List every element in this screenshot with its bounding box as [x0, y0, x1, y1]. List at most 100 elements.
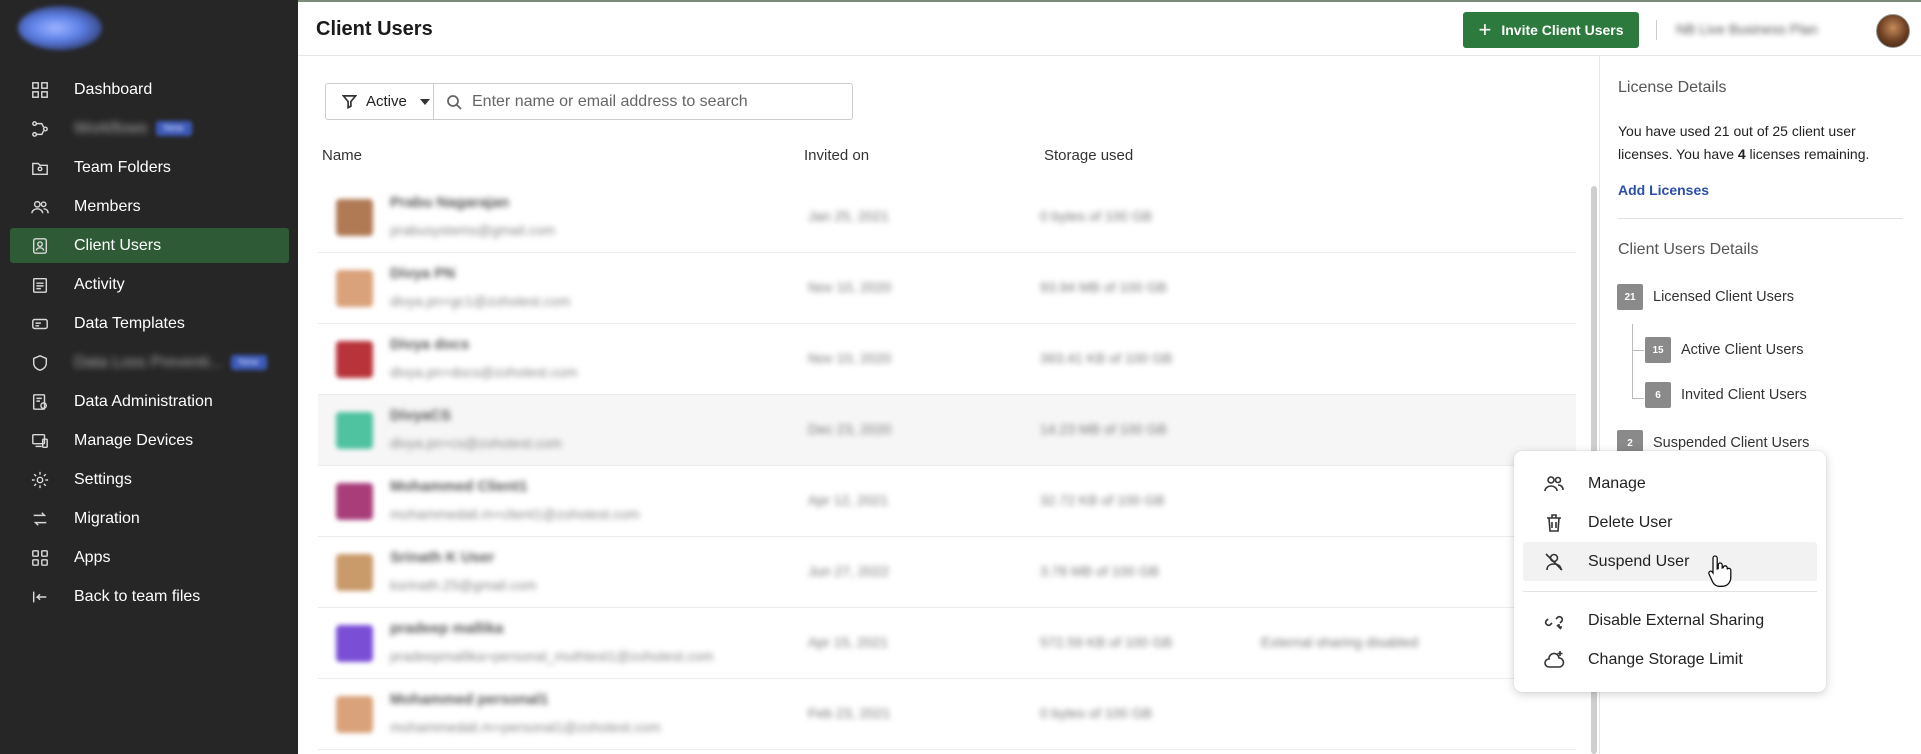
storage-used: 0 bytes of 100 GB — [1040, 208, 1153, 224]
invite-client-users-button[interactable]: + Invite Client Users — [1463, 12, 1639, 48]
user-avatar — [336, 199, 373, 236]
user-avatar[interactable] — [1876, 14, 1910, 48]
search-icon — [447, 94, 462, 110]
menu-divider — [1523, 591, 1817, 592]
user-email: mohammedali.m+personal1@zohotest.com — [390, 719, 661, 735]
workflow-icon — [30, 119, 50, 139]
table-row[interactable]: Mohammed personal1 mohammedali.m+persona… — [318, 679, 1576, 750]
plan-name[interactable]: NB Live Business Plan — [1676, 21, 1818, 37]
top-header: Client Users + Invite Client Users NB Li… — [298, 0, 1921, 56]
sidebar-item-back-to-team-files[interactable]: Back to team files — [10, 579, 289, 614]
change-storage-limit-menu-item[interactable]: Change Storage Limit — [1523, 640, 1817, 679]
sidebar-nav: Dashboard Workflows New Team Folders Mem… — [10, 72, 289, 618]
sidebar-item-data-loss-prevention[interactable]: Data Loss Preventi... New — [10, 345, 289, 380]
sidebar-item-settings[interactable]: Settings — [10, 462, 289, 497]
column-header-storage[interactable]: Storage used — [1044, 147, 1133, 164]
invited-date: Apr 15, 2021 — [808, 634, 889, 650]
table-row[interactable]: Prabu Nagarajan prabusystems@gmail.com J… — [318, 182, 1576, 253]
sidebar-item-client-users[interactable]: Client Users — [10, 228, 289, 263]
filter-icon — [342, 95, 357, 109]
sidebar-item-label: Settings — [74, 470, 132, 488]
user-email: divya.pn+gc1@zohotest.com — [390, 293, 571, 309]
storage-used: 32.72 KB of 100 GB — [1040, 492, 1165, 508]
column-header-name[interactable]: Name — [322, 147, 362, 164]
license-summary: You have used 21 out of 25 client user l… — [1618, 120, 1903, 166]
sidebar-item-workflows[interactable]: Workflows New — [10, 111, 289, 146]
search-input[interactable] — [472, 92, 852, 111]
members-icon — [30, 197, 50, 217]
user-name: DivyaCS — [390, 407, 451, 424]
header-divider — [1656, 20, 1657, 40]
user-name: Srinath K User — [390, 549, 495, 566]
table-row[interactable]: Divya docs divya.pn+docs@zohotest.com No… — [318, 324, 1576, 395]
user-avatar — [336, 554, 373, 591]
cloud-icon — [1544, 650, 1565, 668]
stat-label: Suspended Client Users — [1653, 435, 1810, 451]
invited-date: Nov 10, 2020 — [808, 350, 892, 366]
sidebar-item-data-templates[interactable]: Data Templates — [10, 306, 289, 341]
table-row[interactable]: Divya PN divya.pn+gc1@zohotest.com Nov 1… — [318, 253, 1576, 324]
new-badge: New — [230, 355, 267, 370]
sidebar-item-activity[interactable]: Activity — [10, 267, 289, 302]
user-avatar — [336, 696, 373, 733]
status-filter-dropdown[interactable]: Active — [326, 84, 434, 119]
brand-logo[interactable] — [18, 6, 102, 50]
unlink-icon — [1544, 615, 1564, 630]
user-avatar — [336, 483, 373, 520]
disable-external-sharing-menu-item[interactable]: Disable External Sharing — [1523, 601, 1817, 640]
table-row[interactable]: DivyaCS divya.pn+cs@zohotest.com Dec 23,… — [318, 395, 1576, 466]
user-email: ksrinath.25@gmail.com — [390, 577, 537, 593]
client-users-table: Prabu Nagarajan prabusystems@gmail.com J… — [318, 182, 1576, 750]
sidebar-item-label: Data Loss Preventi... — [74, 353, 223, 371]
sidebar-item-label: Dashboard — [74, 80, 153, 98]
user-email: pradeepmallika+personal_muthtest1@zohote… — [390, 648, 714, 664]
user-avatar — [336, 341, 373, 378]
user-email: divya.pn+cs@zohotest.com — [390, 435, 562, 451]
sidebar: Dashboard Workflows New Team Folders Mem… — [0, 0, 298, 754]
sidebar-item-dashboard[interactable]: Dashboard — [10, 72, 289, 107]
stat-label: Licensed Client Users — [1653, 289, 1795, 305]
tree-connector — [1632, 324, 1633, 399]
count-badge: 15 — [1645, 337, 1671, 363]
invited-date: Dec 23, 2020 — [808, 421, 892, 437]
panel-divider — [1618, 218, 1903, 219]
storage-used: 3.78 MB of 100 GB — [1040, 563, 1160, 579]
column-header-invited[interactable]: Invited on — [804, 147, 869, 164]
sidebar-item-team-folders[interactable]: Team Folders — [10, 150, 289, 185]
license-summary-text: licenses remaining. — [1745, 146, 1870, 162]
add-licenses-link[interactable]: Add Licenses — [1618, 182, 1709, 198]
table-row[interactable]: Srinath K User ksrinath.25@gmail.com Jun… — [318, 537, 1576, 608]
active-client-users-stat: 15 Active Client Users — [1645, 337, 1803, 363]
user-email: prabusystems@gmail.com — [390, 222, 556, 238]
table-row[interactable]: Mohammed Client1 mohammedali.m+client1@z… — [318, 466, 1576, 537]
sidebar-item-manage-devices[interactable]: Manage Devices — [10, 423, 289, 458]
gear-icon — [30, 470, 50, 490]
sidebar-item-migration[interactable]: Migration — [10, 501, 289, 536]
suspend-user-menu-item[interactable]: Suspend User — [1523, 542, 1817, 581]
manage-menu-item[interactable]: Manage — [1523, 464, 1817, 503]
new-badge: New — [155, 121, 192, 136]
user-name: Mohammed personal1 — [390, 691, 549, 708]
tree-connector — [1632, 350, 1644, 351]
sidebar-item-data-administration[interactable]: Data Administration — [10, 384, 289, 419]
status-filter-value: Active — [366, 93, 407, 110]
menu-item-label: Disable External Sharing — [1588, 611, 1765, 629]
client-user-icon — [30, 236, 50, 256]
delete-user-menu-item[interactable]: Delete User — [1523, 503, 1817, 542]
storage-used: 93.94 MB of 100 GB — [1040, 279, 1167, 295]
table-row[interactable]: pradeep mallika pradeepmallika+personal_… — [318, 608, 1576, 679]
storage-used: 393.41 KB of 100 GB — [1040, 350, 1173, 366]
license-details-title: License Details — [1618, 79, 1727, 96]
sidebar-item-apps[interactable]: Apps — [10, 540, 289, 575]
data-template-icon — [30, 314, 50, 334]
migration-icon — [30, 509, 50, 529]
user-actions-menu: Manage Delete User Suspend User Disable … — [1514, 451, 1826, 692]
team-folder-icon — [30, 158, 50, 178]
dashboard-icon — [30, 80, 50, 100]
invited-date: Apr 12, 2021 — [808, 492, 889, 508]
sidebar-item-label: Activity — [74, 275, 125, 293]
filter-bar: Active — [325, 83, 853, 120]
sidebar-item-members[interactable]: Members — [10, 189, 289, 224]
suspend-user-icon — [1545, 552, 1563, 571]
back-icon — [30, 587, 50, 607]
